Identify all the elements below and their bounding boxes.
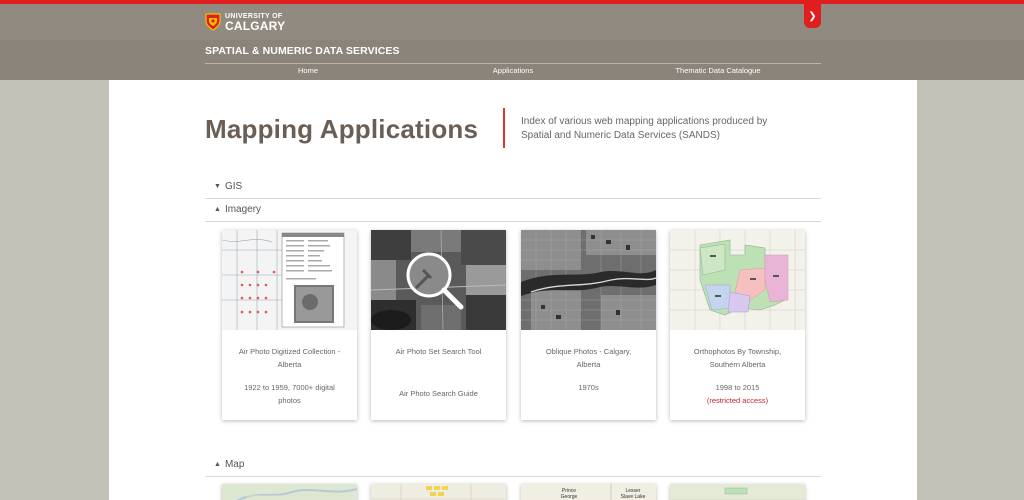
card-title: Orthophotos By Township, Southern Albert… bbox=[676, 345, 799, 371]
air-photo-search-thumbnail bbox=[371, 230, 506, 330]
app-card-oblique-photos[interactable]: Oblique Photos - Calgary, Alberta 1970s bbox=[521, 230, 656, 420]
section-divider bbox=[205, 476, 821, 477]
title-divider bbox=[503, 108, 505, 148]
nav-item-home[interactable]: Home bbox=[298, 66, 318, 75]
card-title-line1: Oblique Photos - Calgary, bbox=[545, 347, 632, 356]
card-thumbnail bbox=[521, 230, 656, 330]
main-nav: Home Applications Thematic Data Catalogu… bbox=[205, 66, 821, 80]
card-sub-line1: 1922 to 1959, 7000+ digital bbox=[244, 383, 335, 392]
map-thumbnail-image bbox=[371, 484, 506, 500]
section-toggle-map[interactable]: ▲ Map bbox=[214, 459, 244, 470]
section-divider bbox=[205, 198, 821, 199]
triangle-up-icon: ▲ bbox=[214, 206, 221, 213]
card-thumbnail bbox=[371, 230, 506, 330]
university-logo[interactable]: UNIVERSITY OF CALGARY bbox=[205, 12, 286, 33]
page-title: Mapping Applications bbox=[205, 114, 479, 144]
card-description: 1922 to 1959, 7000+ digital photos bbox=[228, 381, 351, 407]
site-title[interactable]: SPATIAL & NUMERIC DATA SERVICES bbox=[205, 45, 400, 57]
page-intro: Index of various web mapping application… bbox=[521, 115, 801, 143]
triangle-up-icon: ▲ bbox=[214, 461, 221, 468]
map-card-thumbnail[interactable] bbox=[670, 484, 805, 500]
chevron-down-icon: ❯ bbox=[808, 11, 817, 22]
triangle-down-icon: ▼ bbox=[214, 183, 221, 190]
logo-line2: CALGARY bbox=[225, 19, 286, 33]
oblique-photo-thumbnail bbox=[521, 230, 656, 330]
section-toggle-imagery[interactable]: ▲ Imagery bbox=[214, 204, 261, 215]
air-photo-map-thumbnail bbox=[222, 230, 357, 330]
intro-line1: Index of various web mapping application… bbox=[521, 116, 768, 127]
nav-item-thematic-data-catalogue[interactable]: Thematic Data Catalogue bbox=[675, 66, 760, 75]
card-sub-line1: 1998 to 2015 bbox=[715, 383, 760, 392]
site-header: UNIVERSITY OF CALGARY ❯ SPATIAL & NUMERI… bbox=[0, 4, 1024, 80]
app-card-air-photo-digitized[interactable]: Air Photo Digitized Collection - Alberta… bbox=[222, 230, 357, 420]
card-description[interactable]: Air Photo Search Guide bbox=[377, 387, 500, 400]
card-title-line1: Orthophotos By Township, bbox=[693, 347, 782, 356]
intro-line2: Spatial and Numeric Data Services (SANDS… bbox=[521, 130, 720, 141]
restricted-access-note: (restricted access) bbox=[706, 396, 769, 405]
card-title-line1: Air Photo Set Search Tool bbox=[395, 347, 482, 356]
orthophoto-map-thumbnail bbox=[670, 230, 805, 330]
map-card-thumbnail[interactable] bbox=[371, 484, 506, 500]
map-thumbnail-image bbox=[670, 484, 805, 500]
card-sub-line2: photos bbox=[278, 396, 301, 405]
card-title-line2: Alberta bbox=[277, 360, 302, 369]
map-label-d: Slave Lake bbox=[621, 494, 646, 500]
card-title-line2: Southern Alberta bbox=[709, 360, 766, 369]
card-description: 1998 to 2015 (restricted access) bbox=[676, 381, 799, 407]
map-thumbnail-image: Prince George Lesser Slave Lake bbox=[521, 484, 656, 500]
map-card-thumbnail[interactable] bbox=[222, 484, 357, 500]
section-divider bbox=[205, 221, 821, 222]
header-top-band bbox=[0, 4, 1024, 40]
map-card-thumbnail[interactable]: Prince George Lesser Slave Lake bbox=[521, 484, 656, 500]
app-card-orthophotos[interactable]: Orthophotos By Township, Southern Albert… bbox=[670, 230, 805, 420]
card-thumbnail bbox=[222, 230, 357, 330]
card-title-line1: Air Photo Digitized Collection - bbox=[238, 347, 341, 356]
app-card-air-photo-set-search[interactable]: Air Photo Set Search Tool Air Photo Sear… bbox=[371, 230, 506, 420]
map-label-b: George bbox=[561, 494, 578, 500]
map-thumbnail-image bbox=[222, 484, 357, 500]
menu-toggle-button[interactable]: ❯ bbox=[804, 4, 821, 28]
card-description: 1970s bbox=[527, 381, 650, 394]
shield-logo-icon bbox=[205, 12, 221, 31]
logo-wordmark: UNIVERSITY OF CALGARY bbox=[225, 12, 286, 33]
card-sub-line1[interactable]: Air Photo Search Guide bbox=[399, 389, 478, 398]
card-thumbnail bbox=[670, 230, 805, 330]
card-sub-line1: 1970s bbox=[578, 383, 599, 392]
card-title: Oblique Photos - Calgary, Alberta bbox=[527, 345, 650, 371]
main-content: Mapping Applications Index of various we… bbox=[109, 80, 917, 500]
section-label-gis: GIS bbox=[224, 181, 243, 192]
section-label-map: Map bbox=[224, 459, 245, 470]
section-label-imagery: Imagery bbox=[224, 204, 262, 215]
section-toggle-gis[interactable]: ▼ GIS bbox=[214, 181, 242, 192]
card-title: Air Photo Digitized Collection - Alberta bbox=[228, 345, 351, 371]
card-title-line2: Alberta bbox=[576, 360, 601, 369]
nav-item-applications[interactable]: Applications bbox=[493, 66, 533, 75]
nav-divider bbox=[205, 63, 821, 64]
card-title: Air Photo Set Search Tool bbox=[377, 345, 500, 358]
